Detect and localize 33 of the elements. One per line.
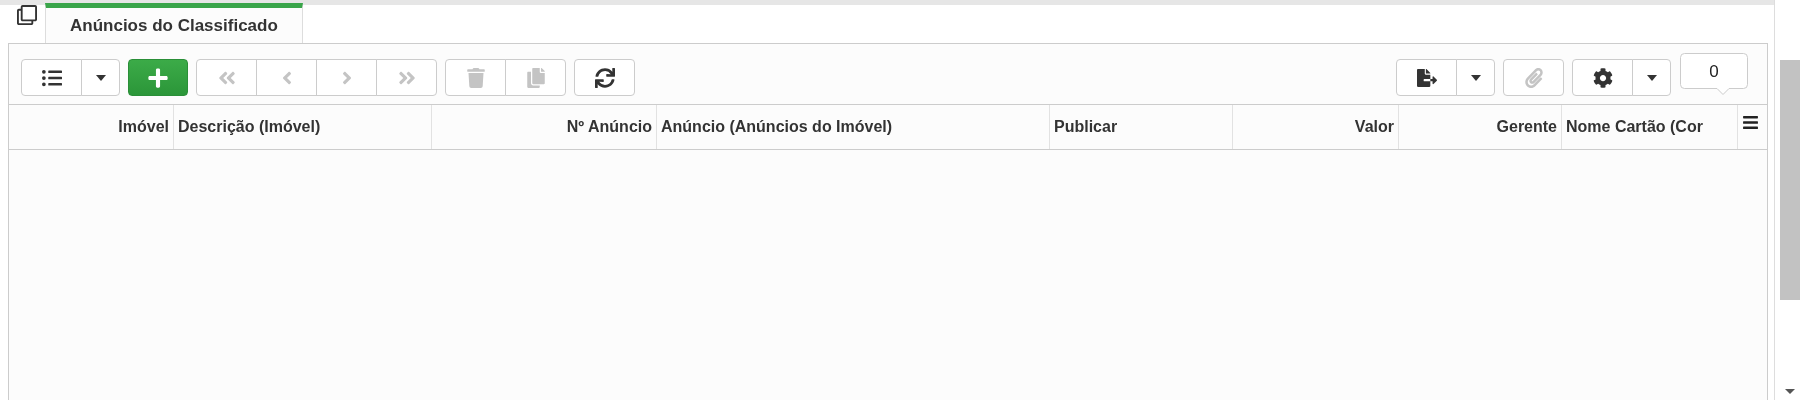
column-header[interactable]: Publicar	[1050, 105, 1233, 149]
refresh-icon	[594, 67, 615, 88]
plus-icon	[147, 66, 169, 89]
copy-icon	[525, 67, 546, 88]
caret-icon	[1646, 74, 1657, 81]
settings-icon	[1592, 67, 1613, 88]
scroll-down-icon[interactable]	[1784, 389, 1795, 394]
dropdown-button[interactable]	[1456, 59, 1495, 96]
add-button[interactable]	[128, 59, 188, 96]
scrollbar-thumb[interactable]	[1779, 60, 1800, 300]
menu-icon	[1741, 114, 1759, 131]
record-count: 0	[1679, 53, 1749, 97]
tab[interactable]: Anúncios do Classificado	[45, 3, 303, 44]
trash-icon	[465, 67, 486, 88]
refresh-button[interactable]	[574, 59, 635, 96]
list-icon	[41, 67, 62, 88]
export-file-icon	[1416, 67, 1437, 88]
list-button[interactable]	[21, 59, 82, 96]
column-header[interactable]: Gerente	[1399, 105, 1562, 149]
dropdown-button[interactable]	[1632, 59, 1671, 96]
column-header[interactable]: Imóvel	[9, 105, 174, 149]
export-button[interactable]	[1396, 59, 1457, 96]
column-header[interactable]: Anúncio (Anúncios do Imóvel)	[657, 105, 1050, 149]
column-header[interactable]: Nº Anúncio	[432, 105, 657, 149]
column-header[interactable]: Descrição (Imóvel)	[174, 105, 432, 149]
column-header[interactable]: Nome Cartão (Cor	[1562, 105, 1738, 149]
caret-icon	[95, 74, 106, 81]
column-header[interactable]: Valor	[1233, 105, 1399, 149]
dropdown-button[interactable]	[81, 59, 120, 96]
paperclip-icon	[1523, 67, 1544, 88]
caret-icon	[1470, 74, 1481, 81]
settings-button[interactable]	[1572, 59, 1633, 96]
windows-icon[interactable]	[16, 5, 37, 25]
